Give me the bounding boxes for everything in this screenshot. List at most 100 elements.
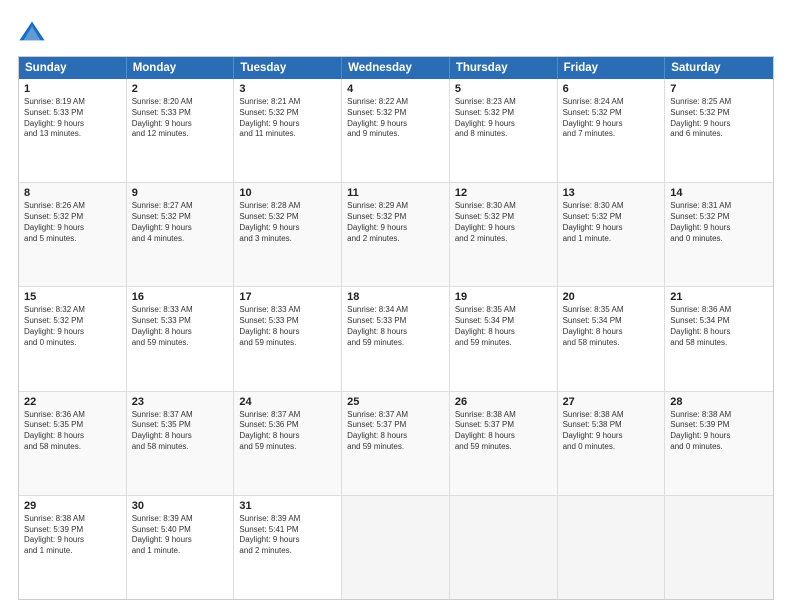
calendar-row: 1 Sunrise: 8:19 AM Sunset: 5:33 PM Daylig… bbox=[19, 79, 773, 182]
calendar-cell: 25Sunrise: 8:37 AM Sunset: 5:37 PM Dayli… bbox=[342, 392, 450, 495]
day-number: 9 bbox=[132, 187, 229, 199]
cell-info: Sunrise: 8:38 AM Sunset: 5:39 PM Dayligh… bbox=[670, 410, 768, 453]
calendar-cell: 26 Sunrise: 8:38 AM Sunset: 5:37 PM Dayli… bbox=[450, 392, 558, 495]
cell-info: Sunrise: 8:23 AM Sunset: 5:32 PM Dayligh… bbox=[455, 97, 552, 140]
cell-info: Sunrise: 8:30 AM Sunset: 5:32 PM Dayligh… bbox=[455, 201, 552, 244]
cell-info: Sunrise: 8:39 AM Sunset: 5:40 PM Dayligh… bbox=[132, 514, 229, 557]
cell-info: Sunrise: 8:36 AM Sunset: 5:34 PM Dayligh… bbox=[670, 305, 768, 348]
cell-info: Sunrise: 8:38 AM Sunset: 5:37 PM Dayligh… bbox=[455, 410, 552, 453]
calendar-cell bbox=[665, 496, 773, 599]
cell-info: Sunrise: 8:29 AM Sunset: 5:32 PM Dayligh… bbox=[347, 201, 444, 244]
day-number: 19 bbox=[455, 291, 552, 303]
calendar-cell: 7 Sunrise: 8:25 AM Sunset: 5:32 PM Daylig… bbox=[665, 79, 773, 182]
calendar-cell: 24 Sunrise: 8:37 AM Sunset: 5:36 PM Dayli… bbox=[234, 392, 342, 495]
cell-info: Sunrise: 8:28 AM Sunset: 5:32 PM Dayligh… bbox=[239, 201, 336, 244]
day-number: 31 bbox=[239, 500, 336, 512]
day-number: 12 bbox=[455, 187, 552, 199]
calendar-cell: 6 Sunrise: 8:24 AM Sunset: 5:32 PM Daylig… bbox=[558, 79, 666, 182]
cell-info: Sunrise: 8:37 AM Sunset: 5:35 PM Dayligh… bbox=[132, 410, 229, 453]
cell-info: Sunrise: 8:22 AM Sunset: 5:32 PM Dayligh… bbox=[347, 97, 444, 140]
header-cell-monday: Monday bbox=[127, 57, 235, 79]
cell-info: Sunrise: 8:32 AM Sunset: 5:32 PM Dayligh… bbox=[24, 305, 121, 348]
cell-info: Sunrise: 8:19 AM Sunset: 5:33 PM Dayligh… bbox=[24, 97, 121, 140]
day-number: 2 bbox=[132, 83, 229, 95]
calendar-cell: 8 Sunrise: 8:26 AM Sunset: 5:32 PM Daylig… bbox=[19, 183, 127, 286]
day-number: 10 bbox=[239, 187, 336, 199]
calendar-cell: 15 Sunrise: 8:32 AM Sunset: 5:32 PM Dayli… bbox=[19, 287, 127, 390]
day-number: 26 bbox=[455, 396, 552, 408]
day-number: 15 bbox=[24, 291, 121, 303]
day-number: 21 bbox=[670, 291, 768, 303]
day-number: 7 bbox=[670, 83, 768, 95]
day-number: 3 bbox=[239, 83, 336, 95]
day-number: 23 bbox=[132, 396, 229, 408]
day-number: 8 bbox=[24, 187, 121, 199]
cell-info: Sunrise: 8:35 AM Sunset: 5:34 PM Dayligh… bbox=[455, 305, 552, 348]
calendar-cell: 16Sunrise: 8:33 AM Sunset: 5:33 PM Dayli… bbox=[127, 287, 235, 390]
cell-info: Sunrise: 8:38 AM Sunset: 5:38 PM Dayligh… bbox=[563, 410, 660, 453]
day-number: 25 bbox=[347, 396, 444, 408]
cell-info: Sunrise: 8:25 AM Sunset: 5:32 PM Dayligh… bbox=[670, 97, 768, 140]
header-cell-saturday: Saturday bbox=[665, 57, 773, 79]
header-cell-friday: Friday bbox=[558, 57, 666, 79]
day-number: 6 bbox=[563, 83, 660, 95]
calendar-row: 29 Sunrise: 8:38 AM Sunset: 5:39 PM Dayli… bbox=[19, 495, 773, 599]
cell-info: Sunrise: 8:26 AM Sunset: 5:32 PM Dayligh… bbox=[24, 201, 121, 244]
calendar-body: 1 Sunrise: 8:19 AM Sunset: 5:33 PM Daylig… bbox=[19, 79, 773, 599]
calendar-cell: 31Sunrise: 8:39 AM Sunset: 5:41 PM Dayli… bbox=[234, 496, 342, 599]
cell-info: Sunrise: 8:21 AM Sunset: 5:32 PM Dayligh… bbox=[239, 97, 336, 140]
calendar-cell: 5 Sunrise: 8:23 AM Sunset: 5:32 PM Daylig… bbox=[450, 79, 558, 182]
calendar-header: SundayMondayTuesdayWednesdayThursdayFrid… bbox=[19, 57, 773, 79]
day-number: 30 bbox=[132, 500, 229, 512]
cell-info: Sunrise: 8:35 AM Sunset: 5:34 PM Dayligh… bbox=[563, 305, 660, 348]
calendar-cell: 30 Sunrise: 8:39 AM Sunset: 5:40 PM Dayli… bbox=[127, 496, 235, 599]
calendar-cell: 23 Sunrise: 8:37 AM Sunset: 5:35 PM Dayli… bbox=[127, 392, 235, 495]
calendar-cell: 12 Sunrise: 8:30 AM Sunset: 5:32 PM Dayli… bbox=[450, 183, 558, 286]
calendar-cell bbox=[342, 496, 450, 599]
day-number: 22 bbox=[24, 396, 121, 408]
logo-icon bbox=[18, 18, 46, 46]
calendar-cell: 19 Sunrise: 8:35 AM Sunset: 5:34 PM Dayli… bbox=[450, 287, 558, 390]
day-number: 24 bbox=[239, 396, 336, 408]
header-cell-wednesday: Wednesday bbox=[342, 57, 450, 79]
day-number: 14 bbox=[670, 187, 768, 199]
cell-info: Sunrise: 8:33 AM Sunset: 5:33 PM Dayligh… bbox=[239, 305, 336, 348]
page: SundayMondayTuesdayWednesdayThursdayFrid… bbox=[0, 0, 792, 612]
calendar-cell: 14 Sunrise: 8:31 AM Sunset: 5:32 PM Dayli… bbox=[665, 183, 773, 286]
calendar-cell bbox=[558, 496, 666, 599]
cell-info: Sunrise: 8:33 AM Sunset: 5:33 PM Dayligh… bbox=[132, 305, 229, 348]
cell-info: Sunrise: 8:38 AM Sunset: 5:39 PM Dayligh… bbox=[24, 514, 121, 557]
calendar-row: 8 Sunrise: 8:26 AM Sunset: 5:32 PM Daylig… bbox=[19, 182, 773, 286]
day-number: 18 bbox=[347, 291, 444, 303]
header-cell-sunday: Sunday bbox=[19, 57, 127, 79]
cell-info: Sunrise: 8:34 AM Sunset: 5:33 PM Dayligh… bbox=[347, 305, 444, 348]
day-number: 5 bbox=[455, 83, 552, 95]
cell-info: Sunrise: 8:27 AM Sunset: 5:32 PM Dayligh… bbox=[132, 201, 229, 244]
calendar-cell: 18 Sunrise: 8:34 AM Sunset: 5:33 PM Dayli… bbox=[342, 287, 450, 390]
day-number: 4 bbox=[347, 83, 444, 95]
day-number: 11 bbox=[347, 187, 444, 199]
calendar-cell: 11 Sunrise: 8:29 AM Sunset: 5:32 PM Dayli… bbox=[342, 183, 450, 286]
day-number: 29 bbox=[24, 500, 121, 512]
cell-info: Sunrise: 8:37 AM Sunset: 5:36 PM Dayligh… bbox=[239, 410, 336, 453]
calendar-cell: 17 Sunrise: 8:33 AM Sunset: 5:33 PM Dayli… bbox=[234, 287, 342, 390]
header-cell-tuesday: Tuesday bbox=[234, 57, 342, 79]
day-number: 28 bbox=[670, 396, 768, 408]
day-number: 17 bbox=[239, 291, 336, 303]
calendar-cell: 3 Sunrise: 8:21 AM Sunset: 5:32 PM Daylig… bbox=[234, 79, 342, 182]
day-number: 1 bbox=[24, 83, 121, 95]
calendar-cell: 2 Sunrise: 8:20 AM Sunset: 5:33 PM Daylig… bbox=[127, 79, 235, 182]
calendar-row: 15 Sunrise: 8:32 AM Sunset: 5:32 PM Dayli… bbox=[19, 286, 773, 390]
calendar-cell: 27Sunrise: 8:38 AM Sunset: 5:38 PM Dayli… bbox=[558, 392, 666, 495]
calendar-cell: 22Sunrise: 8:36 AM Sunset: 5:35 PM Dayli… bbox=[19, 392, 127, 495]
cell-info: Sunrise: 8:31 AM Sunset: 5:32 PM Dayligh… bbox=[670, 201, 768, 244]
day-number: 20 bbox=[563, 291, 660, 303]
calendar-cell: 10 Sunrise: 8:28 AM Sunset: 5:32 PM Dayli… bbox=[234, 183, 342, 286]
cell-info: Sunrise: 8:20 AM Sunset: 5:33 PM Dayligh… bbox=[132, 97, 229, 140]
logo bbox=[18, 18, 50, 46]
calendar: SundayMondayTuesdayWednesdayThursdayFrid… bbox=[18, 56, 774, 600]
calendar-cell: 29 Sunrise: 8:38 AM Sunset: 5:39 PM Dayli… bbox=[19, 496, 127, 599]
cell-info: Sunrise: 8:24 AM Sunset: 5:32 PM Dayligh… bbox=[563, 97, 660, 140]
header-cell-thursday: Thursday bbox=[450, 57, 558, 79]
calendar-cell: 20 Sunrise: 8:35 AM Sunset: 5:34 PM Dayli… bbox=[558, 287, 666, 390]
